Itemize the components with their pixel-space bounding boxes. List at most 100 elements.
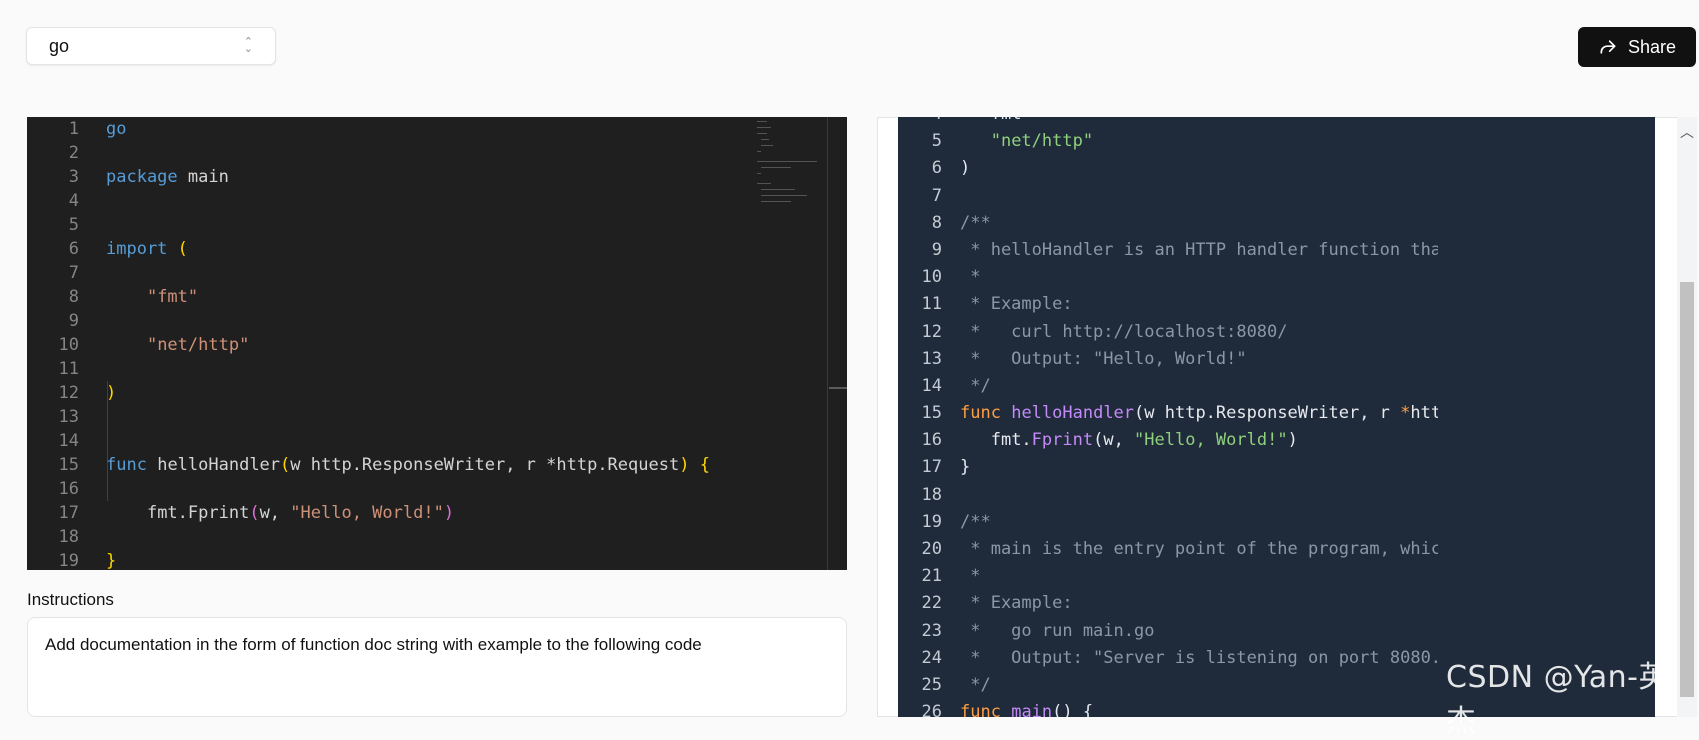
code-line: * Output: "Hello, World!": [960, 348, 1247, 369]
editor-code[interactable]: go package main import ( "fmt" "net/http…: [106, 117, 847, 570]
line-number: 10: [921, 267, 942, 288]
code-line: * Output: "Server is listening on port 8…: [960, 647, 1438, 668]
line-number: 17: [58, 503, 79, 523]
code-editor[interactable]: 1 2 3 4 5 6 7 8 9 10 11 12 13 14 15 16 17 18 19 go package…: [27, 117, 847, 570]
line-number: 12: [921, 321, 942, 342]
line-number: 7: [68, 263, 79, 283]
code-line: *: [960, 566, 981, 587]
editor-minimap[interactable]: [755, 117, 847, 570]
output-scrollbar[interactable]: ︿: [1677, 117, 1697, 717]
line-number: 11: [921, 294, 942, 315]
scroll-up-arrow-icon[interactable]: ︿: [1680, 122, 1694, 142]
line-number: 5: [931, 131, 942, 152]
line-number: 4: [898, 117, 942, 128]
line-number: 16: [58, 479, 79, 499]
line-number: 18: [921, 484, 942, 505]
code-line: ): [960, 158, 971, 179]
code-line: go: [106, 119, 127, 139]
line-number: 23: [921, 620, 942, 641]
line-number: 18: [58, 527, 79, 547]
line-number: 22: [921, 593, 942, 614]
line-number: 2: [68, 143, 79, 163]
line-number: 19: [921, 511, 942, 532]
code-line: fmt.Fprint(w, "Hello, World!"): [146, 503, 455, 523]
share-icon: [1600, 40, 1616, 54]
code-line: * helloHandler is an HTTP handler functi…: [970, 239, 1438, 260]
chevron-up-down-icon: ⌃ ⌄: [243, 36, 253, 55]
code-line: package main: [106, 167, 229, 187]
line-number: 6: [931, 158, 942, 179]
instructions-label: Instructions: [27, 590, 114, 609]
code-line: "fmt": [146, 287, 199, 307]
line-number: 13: [58, 407, 79, 427]
line-number: 17: [921, 457, 942, 478]
line-number: 12: [58, 383, 79, 403]
line-number: 19: [58, 551, 79, 570]
line-number: 25: [921, 674, 942, 695]
code-line: func helloHandler(w http.ResponseWriter,…: [106, 455, 710, 475]
code-line: */: [960, 674, 991, 695]
share-button-label: Share: [1627, 36, 1677, 57]
line-number: 7: [931, 185, 942, 206]
code-line: fmt.Fprint(w, "Hello, World!"): [990, 430, 1298, 451]
editor-scrollbar-track[interactable]: [827, 117, 828, 570]
code-line: import (: [106, 239, 188, 259]
code-line: * main is the entry point of the program…: [970, 539, 1438, 559]
line-number: 15: [58, 455, 79, 475]
code-line: */: [960, 375, 991, 396]
output-code-view[interactable]: 4 5 6 7 8 9 10 11 12 13 14 15 16 17 18 19 20 21 22 23 24 25 26…: [898, 117, 1655, 717]
code-line: * go run main.go: [960, 620, 1155, 641]
line-number: 8: [68, 287, 79, 307]
line-number: 24: [921, 647, 942, 668]
code-line: * Example:: [960, 593, 1073, 614]
line-number: 4: [68, 191, 79, 211]
watermark: CSDN @Yan-英杰: [1446, 660, 1669, 739]
editor-line-numbers: 1 2 3 4 5 6 7 8 9 10 11 12 13 14 15 16 17 18 19: [27, 117, 83, 570]
code-line: * Example:: [960, 294, 1073, 315]
code-line: ): [106, 383, 117, 403]
scrollbar-thumb[interactable]: [1680, 282, 1694, 697]
line-number: 5: [68, 215, 79, 235]
output-code: "fmt" "net/http" ) /** * helloHandler is…: [960, 117, 1438, 717]
editor-scroll-indicator: [829, 387, 847, 389]
share-button[interactable]: Share: [1578, 27, 1696, 67]
line-number: 11: [58, 359, 79, 379]
code-line: "net/http": [990, 131, 1094, 152]
line-number: 14: [921, 375, 942, 396]
line-number: 1: [68, 119, 79, 139]
instructions-textarea[interactable]: Add documentation in the form of functio…: [27, 617, 847, 717]
code-line: }: [960, 457, 971, 478]
code-line: * curl http://localhost:8080/: [960, 321, 1288, 342]
code-line: /**: [960, 212, 991, 233]
code-line: *: [960, 267, 981, 288]
code-line: "fmt": [960, 117, 1438, 128]
instructions-text: Add documentation in the form of functio…: [45, 635, 702, 654]
code-line: }: [106, 551, 117, 570]
line-number: 8: [931, 212, 942, 233]
language-select-value: go: [49, 35, 70, 56]
language-select[interactable]: go ⌃ ⌄: [26, 27, 276, 65]
line-number: 15: [921, 403, 942, 424]
line-number: 6: [68, 239, 79, 259]
line-number: 16: [921, 430, 942, 451]
code-line: "net/http": [146, 335, 250, 355]
line-number: 26: [921, 702, 942, 717]
line-number: 13: [921, 348, 942, 369]
output-line-numbers: 4 5 6 7 8 9 10 11 12 13 14 15 16 17 18 19 20 21 22 23 24 25 26: [898, 117, 942, 717]
line-number: 20: [921, 539, 942, 559]
line-number: 14: [58, 431, 79, 451]
code-line: func main() {: [960, 702, 1094, 717]
code-line: func helloHandler(w http.ResponseWriter,…: [960, 403, 1438, 424]
